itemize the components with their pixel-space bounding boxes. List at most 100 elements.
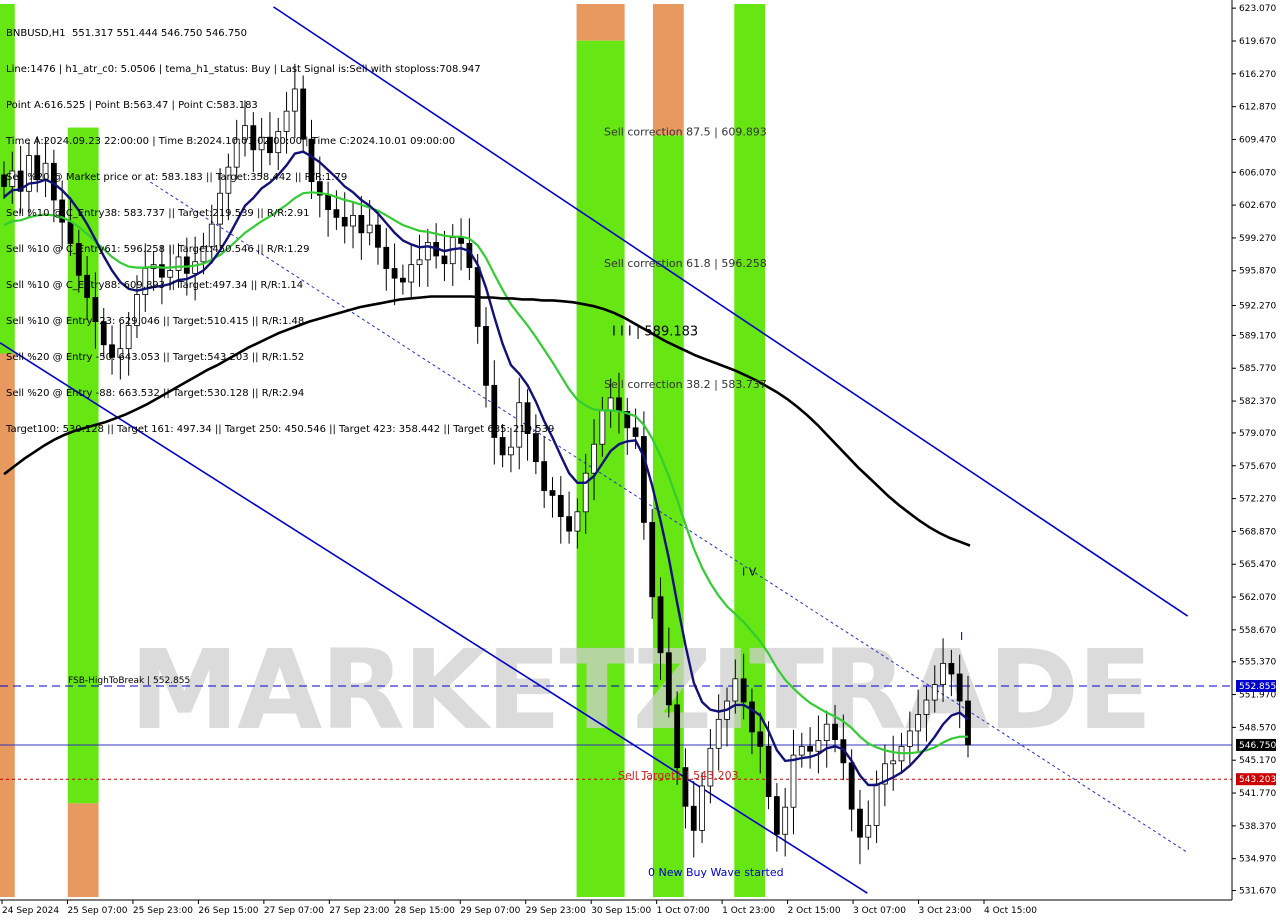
candle-body: [291, 88, 298, 112]
candle-body: [591, 443, 597, 474]
watermark-text: MARKETZITRADE: [130, 626, 1151, 754]
candle-body: [798, 745, 805, 756]
candle-body: [906, 730, 913, 747]
candle-body: [300, 88, 307, 140]
chart-annotation: 0 New Buy Wave started: [648, 866, 784, 879]
candle-body: [690, 805, 697, 831]
candle-body: [674, 704, 681, 769]
price-tick-label: 606.070: [1239, 168, 1276, 178]
candle-body: [790, 754, 797, 808]
time-tick-label: 25 Sep 23:00: [133, 906, 193, 916]
candle-body: [765, 745, 772, 797]
candle-body: [275, 131, 282, 154]
candle-body: [258, 136, 265, 151]
chart-annotation: I: [960, 630, 963, 643]
chart-annotation: Sell Target1 | 543.203: [618, 769, 739, 782]
chart-canvas[interactable]: MARKETZITRADE FSB-HighToBreak | 552.855 …: [0, 0, 1280, 920]
price-tick-label: 575.670: [1239, 462, 1276, 472]
candle-body: [267, 136, 273, 154]
candle-body: [640, 436, 647, 523]
price-tick-label: 531.670: [1239, 887, 1276, 897]
candle-body: [848, 762, 855, 810]
time-tick-label: 1 Oct 07:00: [657, 906, 710, 916]
time-tick-label: 25 Sep 07:00: [67, 906, 127, 916]
time-tick-label: 1 Oct 23:00: [722, 906, 775, 916]
price-tick-label: 602.670: [1239, 201, 1276, 211]
candle-body: [873, 783, 880, 826]
candle-body: [773, 796, 780, 835]
time-tick-label: 2 Oct 15:00: [788, 906, 841, 916]
time-tick-label: 29 Sep 23:00: [526, 906, 586, 916]
candle-body: [100, 321, 107, 346]
price-tick-label: 548.570: [1239, 723, 1276, 733]
candle-body: [557, 494, 564, 518]
chart-annotation: I I I | 589.183: [612, 324, 698, 339]
candle-body: [341, 216, 348, 227]
candle-body: [948, 662, 955, 675]
candle-body: [92, 297, 99, 323]
price-tick-label: 565.470: [1239, 560, 1276, 570]
price-axis: 623.070 619.670 616.270 612.870 609.470 606.0…: [1232, 4, 1276, 897]
candle-body: [42, 162, 49, 181]
candle-body: [308, 138, 315, 183]
candle-body: [167, 270, 174, 278]
chart-annotation: Sell correction 87.5 | 609.893: [604, 125, 767, 138]
candle-body: [923, 699, 930, 715]
price-tick-label: 619.670: [1239, 37, 1276, 47]
candle-body: [366, 224, 373, 234]
candle-body: [242, 125, 248, 140]
time-axis: 24 Sep 2024 25 Sep 07:00 25 Sep 23:00 26 Se…: [1, 900, 1037, 916]
candle-body: [740, 678, 747, 703]
candle-body: [383, 246, 390, 269]
candle-body: [441, 255, 448, 265]
signal-zone: [652, 4, 684, 136]
candle-body: [34, 155, 41, 181]
candle-body: [375, 224, 381, 248]
price-tick-label: 623.070: [1239, 4, 1276, 14]
time-tick-label: 29 Sep 07:00: [460, 906, 520, 916]
price-tick-label: 568.870: [1239, 527, 1276, 537]
candle-body: [117, 348, 124, 358]
candle-body: [749, 701, 755, 733]
candle-body: [940, 662, 946, 686]
signal-zone: [652, 135, 684, 897]
price-tick-label: 579.070: [1239, 429, 1276, 439]
price-tick-label: 558.670: [1239, 626, 1276, 636]
price-tick-label: 541.770: [1239, 789, 1276, 799]
candle-body: [483, 326, 489, 386]
candle-body: [358, 215, 365, 234]
candle-body: [208, 223, 215, 247]
time-tick-label: 4 Oct 15:00: [984, 906, 1037, 916]
candle-body: [217, 192, 223, 225]
price-tick-label: 545.170: [1239, 756, 1276, 766]
candle-body: [491, 384, 498, 438]
candle-body: [807, 745, 814, 752]
price-tick-label: 612.870: [1239, 103, 1276, 113]
price-tick-label: 538.370: [1239, 822, 1276, 832]
candle-body: [566, 516, 573, 532]
candle-body: [665, 652, 672, 706]
price-tag-label: 552.855: [1239, 682, 1276, 692]
candle-body: [857, 808, 863, 838]
time-tick-label: 28 Sep 15:00: [395, 906, 455, 916]
candle-body: [823, 723, 830, 742]
candle-body: [200, 245, 207, 263]
price-tick-label: 609.470: [1239, 135, 1276, 145]
candle-body: [524, 402, 531, 435]
time-tick-label: 27 Sep 23:00: [329, 906, 389, 916]
candle-body: [549, 490, 556, 496]
candle-body: [757, 731, 764, 747]
candle-body: [125, 325, 132, 350]
time-tick-label: 3 Oct 23:00: [919, 906, 972, 916]
price-tick-label: 551.970: [1239, 691, 1276, 701]
candle-body: [532, 433, 539, 463]
candle-body: [183, 256, 190, 274]
candle-body: [699, 785, 705, 831]
candle-body: [715, 718, 722, 749]
candle-body: [391, 268, 398, 279]
candle-body: [607, 397, 614, 411]
price-tick-label: 562.070: [1239, 593, 1276, 603]
chart-annotation: Sell correction 38.2 | 583.737: [604, 378, 767, 391]
candle-body: [333, 209, 340, 218]
price-tick-label: 585.770: [1239, 364, 1276, 374]
